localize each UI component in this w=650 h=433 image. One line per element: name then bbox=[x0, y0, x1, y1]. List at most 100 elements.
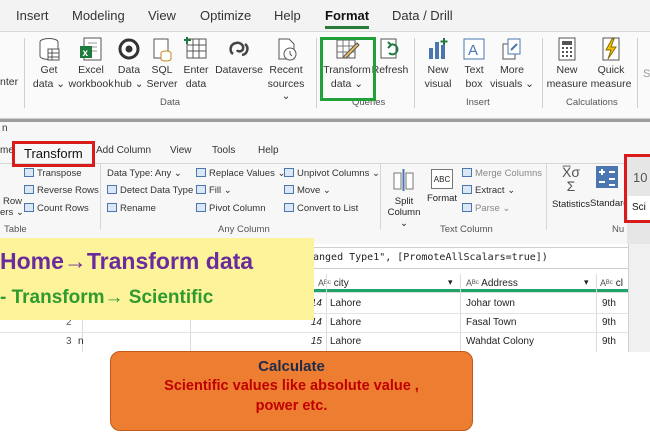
scientific-highlight bbox=[624, 154, 650, 223]
unpivot-icon bbox=[284, 168, 294, 177]
tab-insert[interactable]: Insert bbox=[16, 8, 49, 23]
bar-chart-icon bbox=[429, 38, 448, 59]
enter-data-button[interactable]: Enter data bbox=[178, 36, 214, 98]
excel-workbook-button[interactable]: x Excel workbook bbox=[66, 36, 116, 98]
transform-data-highlight bbox=[320, 37, 376, 101]
dataverse-button[interactable]: Dataverse bbox=[214, 36, 264, 98]
count-rows-icon bbox=[24, 203, 34, 212]
standard-button[interactable]: Standard bbox=[590, 165, 629, 213]
tab-data-drill[interactable]: Data / Drill bbox=[392, 8, 453, 23]
extract-button[interactable]: Extract ⌄ bbox=[462, 185, 515, 196]
merge-icon bbox=[462, 168, 472, 177]
vertical-scrollbar[interactable] bbox=[628, 244, 650, 352]
pq-group-table: Table bbox=[4, 224, 27, 235]
transpose-button[interactable]: Transpose bbox=[24, 168, 82, 179]
tab-view[interactable]: View bbox=[148, 8, 176, 23]
data-hub-icon bbox=[118, 38, 140, 60]
formula-bar[interactable]: anged Type1", [PromoteAllScalars=true]) bbox=[306, 247, 650, 269]
statistics-button[interactable]: X̅σ Σ Statistics bbox=[550, 165, 592, 213]
parse-icon bbox=[462, 203, 472, 212]
sql-server-button[interactable]: SQL Server bbox=[145, 36, 179, 98]
ribbon-left-fragment: nter bbox=[0, 76, 19, 88]
column-header-city[interactable]: Aᴮᶜ city bbox=[318, 278, 458, 289]
detect-data-type-button[interactable]: Detect Data Type bbox=[107, 185, 193, 196]
data-hub-button[interactable]: Data hub ⌄ bbox=[112, 36, 146, 98]
pq-tab-add-column[interactable]: Add Column bbox=[96, 145, 151, 156]
fill-down-icon bbox=[196, 185, 206, 194]
pq-group-number-fragment: Nu bbox=[612, 224, 625, 235]
tab-help[interactable]: Help bbox=[274, 8, 301, 23]
ribbon-right-fragment: S bbox=[643, 68, 650, 80]
refresh-button[interactable]: Refresh bbox=[371, 36, 409, 98]
group-label-data: Data bbox=[160, 97, 181, 108]
banner-line-1: Home→Transform data bbox=[0, 248, 254, 274]
merge-columns-button[interactable]: Merge Columns bbox=[462, 168, 542, 179]
pq-group-text-column: Text Column bbox=[440, 224, 493, 235]
text-type-icon: Aᴮᶜ bbox=[466, 278, 479, 288]
text-box-button[interactable]: A Text box bbox=[456, 36, 492, 98]
formula-text: anged Type1", [PromoteAllScalars=true]) bbox=[313, 252, 548, 263]
group-label-calculations: Calculations bbox=[566, 97, 618, 108]
quick-measure-icon bbox=[602, 37, 620, 61]
callout-body-2: power etc. bbox=[255, 398, 328, 414]
pivot-column-button[interactable]: Pivot Column bbox=[196, 203, 266, 214]
instruction-banner: Home→Transform data - Transform→ Scienti… bbox=[0, 238, 314, 320]
more-visuals-button[interactable]: More visuals ⌄ bbox=[490, 36, 534, 98]
table-row[interactable]: 3 n 15 Lahore Wahdat Colony 9th bbox=[0, 333, 628, 351]
pq-left-fragment: n bbox=[2, 123, 8, 134]
text-type-icon: Aᴮᶜ bbox=[318, 278, 331, 288]
fill-button[interactable]: Fill ⌄ bbox=[196, 185, 232, 196]
column-header-address[interactable]: Aᴮᶜ Address bbox=[466, 278, 596, 289]
database-icon bbox=[39, 38, 60, 61]
new-measure-button[interactable]: New measure bbox=[544, 36, 590, 98]
parse-button[interactable]: Parse ⌄ bbox=[462, 203, 510, 214]
pq-tab-help[interactable]: Help bbox=[258, 145, 279, 156]
count-rows-button[interactable]: Count Rows bbox=[24, 203, 89, 214]
transform-tab-highlight bbox=[12, 141, 95, 167]
reverse-rows-icon bbox=[24, 185, 34, 194]
pivot-icon bbox=[196, 203, 206, 212]
recent-sources-button[interactable]: Recent sources ⌄ bbox=[262, 36, 310, 102]
unpivot-columns-button[interactable]: Unpivot Columns ⌄ bbox=[284, 168, 380, 179]
filter-dropdown-icon[interactable]: ▾ bbox=[584, 277, 589, 288]
dataverse-icon bbox=[229, 41, 249, 57]
sql-server-icon bbox=[153, 38, 172, 62]
replace-values-button[interactable]: Replace Values ⌄ bbox=[196, 168, 285, 179]
svg-text:x: x bbox=[83, 48, 89, 59]
pq-tab-tools[interactable]: Tools bbox=[212, 145, 235, 156]
recent-sources-icon bbox=[278, 38, 297, 61]
move-button[interactable]: Move ⌄ bbox=[284, 185, 331, 196]
callout-title: Calculate bbox=[258, 358, 325, 375]
headers-fragment[interactable]: ers ⌄ bbox=[0, 207, 24, 218]
move-icon bbox=[284, 185, 294, 194]
split-column-button[interactable]: Split Column ⌄ bbox=[384, 167, 424, 229]
table-icon bbox=[184, 37, 207, 59]
reverse-rows-button[interactable]: Reverse Rows bbox=[24, 185, 99, 196]
detect-type-icon bbox=[107, 185, 117, 194]
quick-measure-button[interactable]: Quick measure bbox=[588, 36, 634, 98]
convert-to-list-button[interactable]: Convert to List bbox=[284, 203, 358, 214]
use-first-row-fragment[interactable]: Row bbox=[3, 196, 22, 207]
excel-icon: x bbox=[80, 37, 102, 61]
format-button[interactable]: ABC Format bbox=[424, 167, 460, 217]
refresh-icon bbox=[380, 38, 399, 59]
data-type-dropdown[interactable]: Data Type: Any ⌄ bbox=[107, 168, 182, 179]
column-header-class[interactable]: Aᴮᶜ cl bbox=[600, 278, 623, 289]
tab-modeling[interactable]: Modeling bbox=[72, 8, 125, 23]
rename-button[interactable]: Rename bbox=[107, 203, 156, 214]
convert-list-icon bbox=[284, 203, 294, 212]
calculate-callout: Calculate Scientific values like absolut… bbox=[110, 351, 473, 431]
tab-optimize[interactable]: Optimize bbox=[200, 8, 251, 23]
sigma-icon: X̅σ Σ bbox=[562, 164, 580, 194]
new-visual-button[interactable]: New visual bbox=[418, 36, 458, 98]
pq-tab-view[interactable]: View bbox=[170, 145, 192, 156]
svg-text:A: A bbox=[468, 42, 478, 59]
text-box-icon: A bbox=[463, 38, 485, 60]
banner-line-2: - Transform→ Scientific bbox=[0, 287, 214, 308]
filter-dropdown-icon[interactable]: ▾ bbox=[448, 277, 453, 288]
tab-format[interactable]: Format bbox=[325, 8, 370, 29]
more-visuals-icon bbox=[502, 38, 521, 60]
callout-body-1: Scientific values like absolute value , bbox=[164, 378, 419, 394]
pq-group-any-column: Any Column bbox=[218, 224, 270, 235]
replace-icon bbox=[196, 168, 206, 177]
